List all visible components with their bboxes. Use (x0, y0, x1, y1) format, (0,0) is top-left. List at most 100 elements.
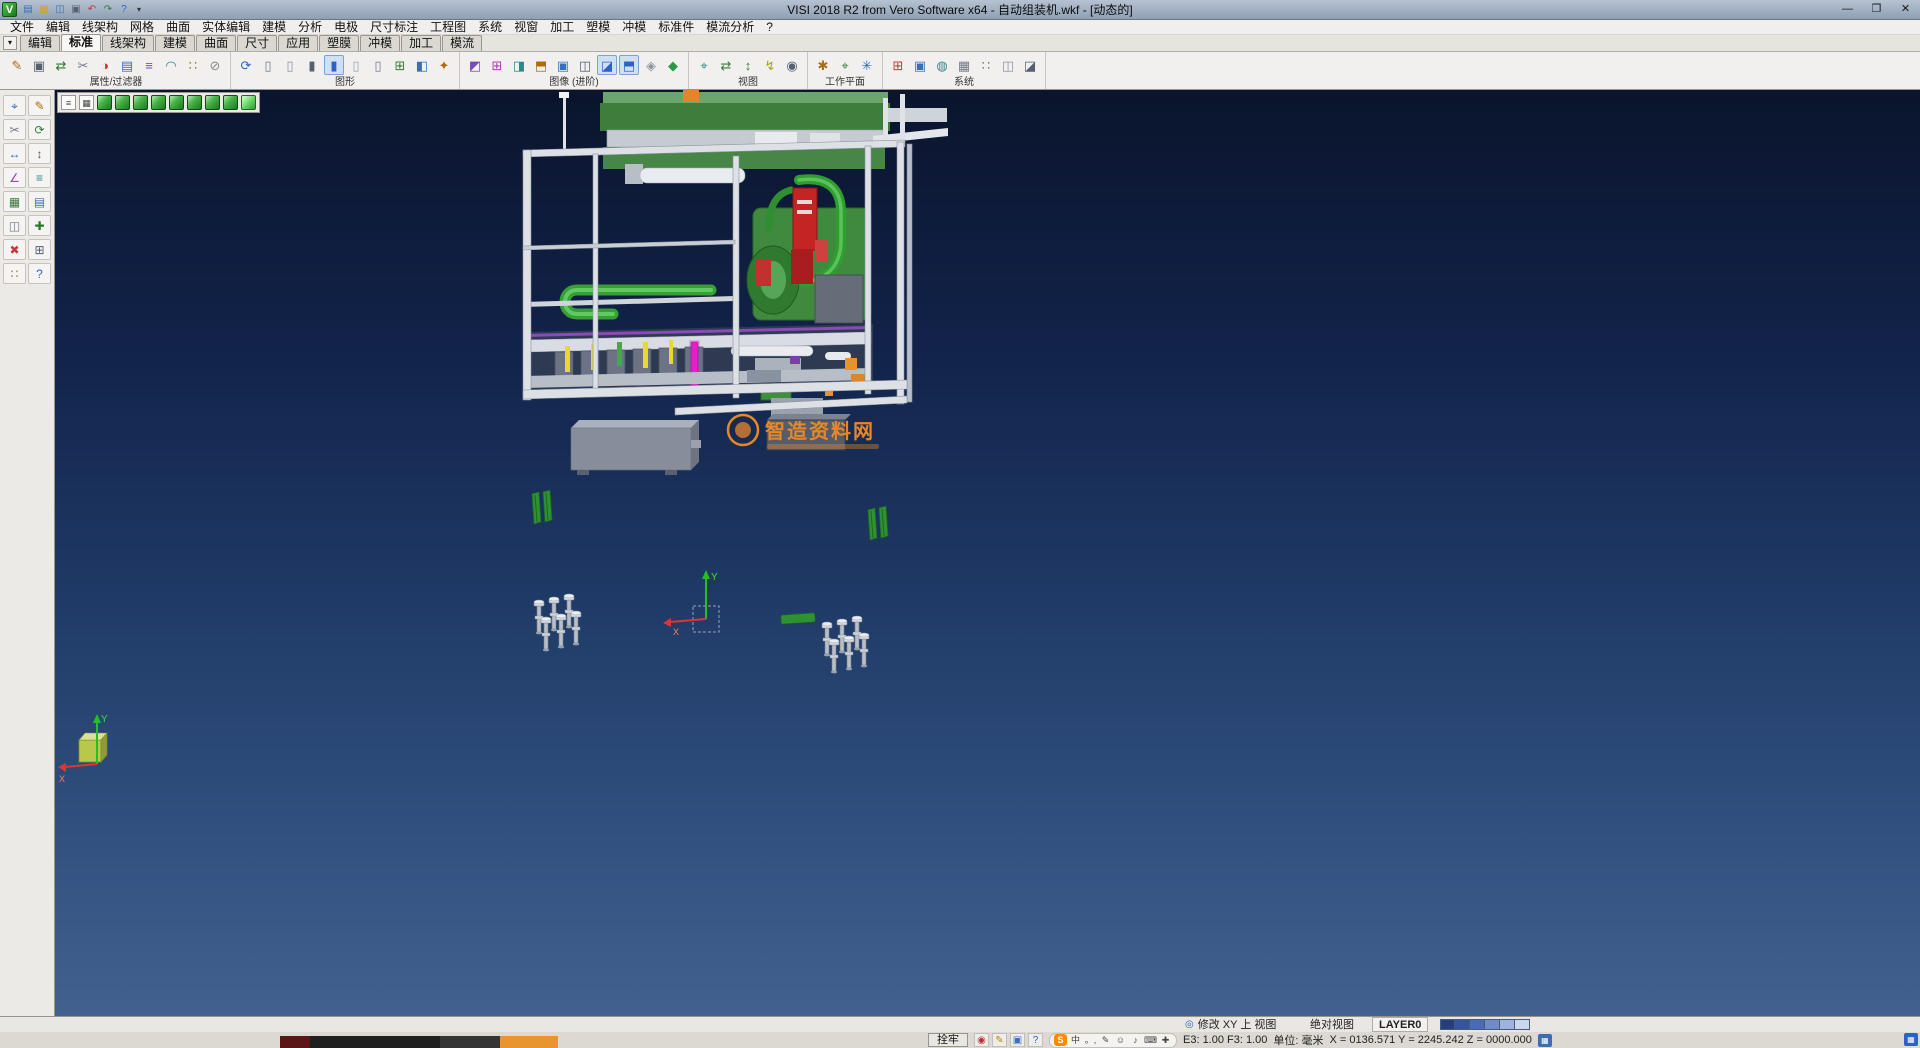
ime-keyboard-icon[interactable]: ⌨ (1144, 1034, 1157, 1047)
sogou-logo-icon[interactable]: S (1054, 1034, 1067, 1046)
display-settings-icon[interactable]: ▣ (910, 55, 930, 75)
taskbar-app-fragment[interactable] (440, 1036, 500, 1048)
edit-geometry-icon[interactable]: ✎ (28, 95, 51, 116)
layer-color-segment[interactable] (1455, 1019, 1470, 1030)
tab-加工[interactable]: 加工 (401, 35, 441, 51)
top-view-icon[interactable] (187, 95, 202, 110)
layer-color-segment[interactable] (1515, 1019, 1530, 1030)
layer-color-segment[interactable] (1485, 1019, 1500, 1030)
box-display-icon[interactable]: ⊞ (390, 55, 410, 75)
workplane-origin-icon[interactable]: ⌖ (835, 55, 855, 75)
copy-attributes-icon[interactable]: ⇄ (51, 55, 71, 75)
app-logo-icon[interactable]: V (2, 2, 17, 17)
ime-smiley-icon[interactable]: ☺ (1114, 1034, 1127, 1047)
help-status-icon[interactable]: ? (1028, 1033, 1043, 1047)
section-plane-icon[interactable]: ◪ (1020, 55, 1040, 75)
workplane-create-icon[interactable]: ✱ (813, 55, 833, 75)
dynamic-view-icon[interactable] (241, 95, 256, 110)
color-filter-icon[interactable]: ◑ (95, 55, 115, 75)
menu-item-分析[interactable]: 分析 (292, 20, 328, 35)
tab-模流[interactable]: 模流 (442, 35, 482, 51)
translate-icon[interactable]: ↔ (3, 143, 26, 164)
hidden-line-icon[interactable]: ▯ (280, 55, 300, 75)
rotate-icon[interactable]: ⟳ (28, 119, 51, 140)
snap-settings-icon[interactable]: ▦ (1538, 1034, 1552, 1047)
minimize-button[interactable]: — (1833, 0, 1862, 19)
menu-item-工程图[interactable]: 工程图 (424, 20, 472, 35)
reset-filter-icon[interactable]: ⊘ (205, 55, 225, 75)
trim-icon[interactable]: ✂ (3, 119, 26, 140)
tab-编辑[interactable]: 编辑 (20, 35, 60, 51)
menu-item-加工[interactable]: 加工 (544, 20, 580, 35)
clip-plane-icon[interactable]: ⬒ (531, 55, 551, 75)
menu-item-曲面[interactable]: 曲面 (160, 20, 196, 35)
lock-button[interactable]: 拴牢 (928, 1033, 968, 1047)
tab-塑膜[interactable]: 塑膜 (319, 35, 359, 51)
taskbar-app-fragment[interactable] (310, 1036, 440, 1048)
gem-render-icon[interactable]: ◆ (663, 55, 683, 75)
bottom-view-icon[interactable] (205, 95, 220, 110)
tab-冲模[interactable]: 冲模 (360, 35, 400, 51)
tab-曲面[interactable]: 曲面 (196, 35, 236, 51)
menu-item-文件[interactable]: 文件 (4, 20, 40, 35)
close-button[interactable]: ✕ (1891, 0, 1920, 19)
dynamic-section-icon[interactable]: ◫ (575, 55, 595, 75)
layers-icon[interactable]: ▤ (28, 191, 51, 212)
help-icon[interactable]: ? (116, 2, 132, 18)
point-filter-icon[interactable]: ∷ (183, 55, 203, 75)
viewport-3d[interactable]: ≡▦ (55, 90, 1920, 1016)
measure-icon[interactable]: ∠ (3, 167, 26, 188)
menu-item-电极[interactable]: 电极 (328, 20, 364, 35)
arc-filter-icon[interactable]: ◠ (161, 55, 181, 75)
view-mode-label[interactable]: 绝对视图 (1310, 1018, 1354, 1032)
iso-rear-view-icon[interactable] (223, 95, 238, 110)
menu-item-网格[interactable]: 网格 (124, 20, 160, 35)
stereo-view-icon[interactable]: ◩ (465, 55, 485, 75)
tab-标准[interactable]: 标准 (61, 34, 101, 51)
open-file-icon[interactable]: ▦ (36, 2, 52, 18)
zoom-window-icon[interactable]: ⌖ (694, 55, 714, 75)
edit-properties-icon[interactable]: ✎ (7, 55, 27, 75)
layer-color-segment[interactable] (1440, 1019, 1455, 1030)
render-quality-icon[interactable]: ✦ (434, 55, 454, 75)
scale-icon[interactable]: ↕ (28, 143, 51, 164)
left-view-icon[interactable] (151, 95, 166, 110)
cut-elements-icon[interactable]: ✂ (73, 55, 93, 75)
dynamic-pan-icon[interactable]: ⇄ (716, 55, 736, 75)
print-icon[interactable]: ▣ (68, 2, 84, 18)
multi-view-icon[interactable]: ⊞ (487, 55, 507, 75)
mesh-icon[interactable]: ▦ (3, 191, 26, 212)
info-icon[interactable]: ? (28, 263, 51, 284)
highlight-edges-icon[interactable]: ◪ (597, 55, 617, 75)
system-colors-icon[interactable]: ⊞ (888, 55, 908, 75)
ime-punctuation[interactable]: 。, (1084, 1034, 1097, 1047)
workplane-align-icon[interactable]: ✳ (857, 55, 877, 75)
view-manager-icon[interactable]: ≡ (61, 95, 76, 110)
tab-应用[interactable]: 应用 (278, 35, 318, 51)
right-view-icon[interactable] (169, 95, 184, 110)
menu-item-标准件[interactable]: 标准件 (652, 20, 700, 35)
undo-icon[interactable]: ↶ (84, 2, 100, 18)
wireframe-display-icon[interactable]: ▯ (258, 55, 278, 75)
point-display-icon[interactable]: ▯ (368, 55, 388, 75)
delete-icon[interactable]: ✖ (3, 239, 26, 260)
save-icon[interactable]: ◫ (52, 2, 68, 18)
menu-item-编辑[interactable]: 编辑 (40, 20, 76, 35)
back-view-icon[interactable] (133, 95, 148, 110)
tab-尺寸[interactable]: 尺寸 (237, 35, 277, 51)
layer-color-segment[interactable] (1500, 1019, 1515, 1030)
tab-dropdown-icon[interactable]: ▾ (3, 36, 17, 50)
active-layer-label[interactable]: LAYER0 (1372, 1017, 1428, 1032)
iso-view-icon[interactable] (97, 95, 112, 110)
mirror-icon[interactable]: ◫ (3, 215, 26, 236)
bounding-box-icon[interactable]: ◧ (412, 55, 432, 75)
grid-corner-icon[interactable]: ▦ (1904, 1033, 1918, 1046)
section-view-icon[interactable]: ◨ (509, 55, 529, 75)
menu-item-?[interactable]: ? (760, 20, 779, 35)
shadow-mode-icon[interactable]: ⬒ (619, 55, 639, 75)
menu-item-尺寸标注[interactable]: 尺寸标注 (364, 20, 424, 35)
offset-icon[interactable]: ✚ (28, 215, 51, 236)
shading-globe-icon[interactable]: ◍ (932, 55, 952, 75)
workplane-display-icon[interactable]: ◫ (998, 55, 1018, 75)
tab-线架构[interactable]: 线架构 (102, 35, 154, 51)
